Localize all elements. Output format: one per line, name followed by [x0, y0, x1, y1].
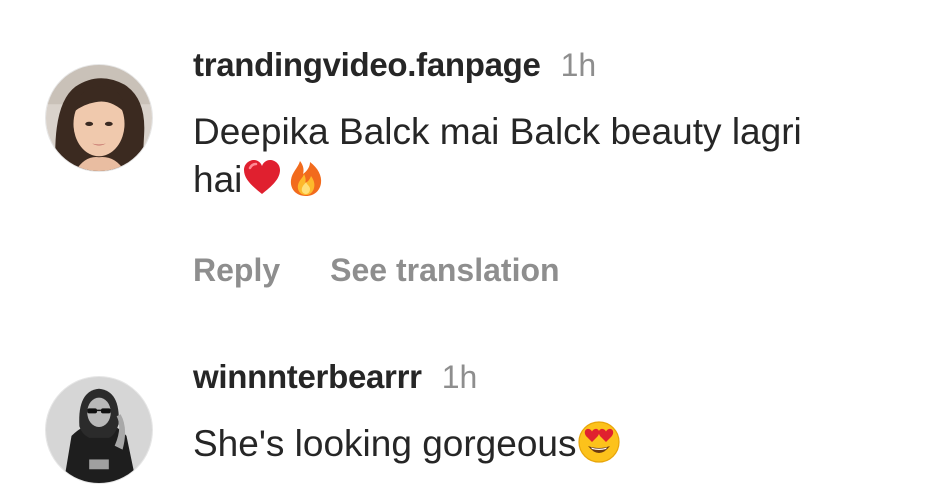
- comment-header: winnnterbearrr 1h: [193, 358, 477, 396]
- comment-text: Deepika Balck mai Balck beauty lagri hai: [193, 108, 893, 204]
- comment-text-line1: Deepika Balck mai Balck beauty lagri: [193, 111, 802, 152]
- comment-username[interactable]: trandingvideo.fanpage: [193, 46, 541, 83]
- reply-button[interactable]: Reply: [193, 252, 280, 288]
- comment-timestamp: 1h: [441, 359, 478, 395]
- avatar[interactable]: [45, 376, 153, 484]
- avatar-photo: [46, 377, 152, 483]
- comment-timestamp: 1h: [560, 47, 597, 83]
- avatar-photo: [46, 65, 152, 171]
- comment-username[interactable]: winnnterbearrr: [193, 358, 422, 395]
- avatar[interactable]: [45, 64, 153, 172]
- comment-text-line1: She's looking gorgeous: [193, 423, 577, 464]
- see-translation-button[interactable]: See translation: [330, 252, 559, 288]
- comment-header: trandingvideo.fanpage 1h: [193, 46, 596, 84]
- heart-eyes-face-icon: [577, 420, 621, 464]
- comment-item: winnnterbearrr 1h She's looking gorgeous: [0, 320, 931, 492]
- comment-actions: Reply See translation: [193, 252, 560, 289]
- comment-text: She's looking gorgeous: [193, 420, 893, 468]
- fire-icon: [286, 158, 326, 198]
- comment-text-line2: hai: [193, 159, 243, 200]
- comment-item: trandingvideo.fanpage 1h Deepika Balck ma…: [0, 0, 931, 320]
- red-heart-icon: [242, 158, 282, 198]
